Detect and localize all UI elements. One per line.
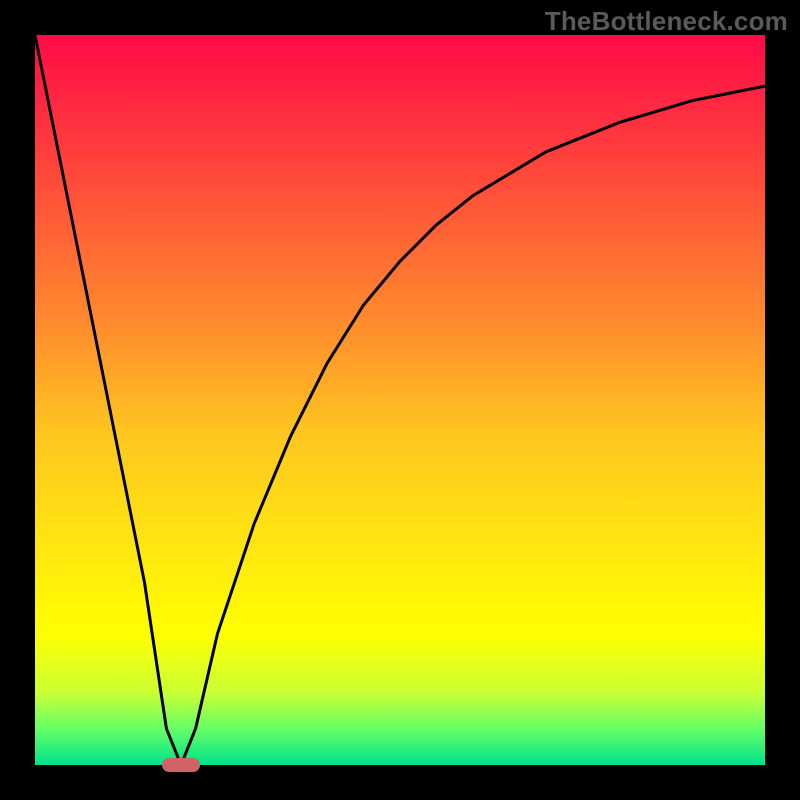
watermark-text: TheBottleneck.com xyxy=(545,6,788,37)
chart-frame: TheBottleneck.com xyxy=(0,0,800,800)
curve-svg xyxy=(35,35,765,765)
plot-area xyxy=(35,35,765,765)
min-marker xyxy=(162,758,200,772)
bottleneck-curve xyxy=(35,35,765,765)
